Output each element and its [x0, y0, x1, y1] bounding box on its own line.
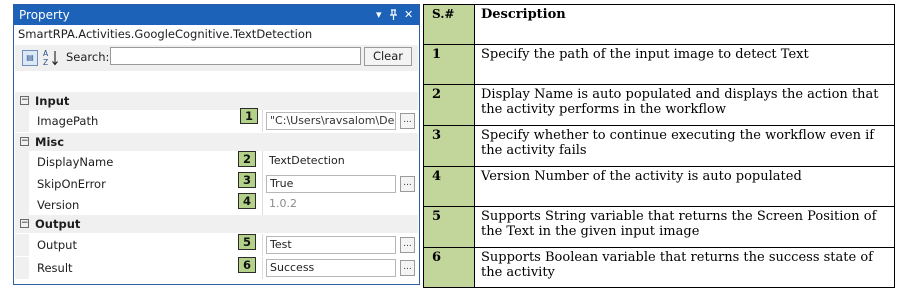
row-description: Display Name is auto populated and displ… [474, 84, 895, 126]
property-toolbar: ▤ A Z Search: Clear [15, 45, 418, 71]
table-header-row: S.# Description [423, 4, 895, 45]
table-row: 2 Display Name is auto populated and dis… [423, 84, 895, 126]
collapse-icon[interactable]: − [20, 96, 29, 105]
close-icon[interactable]: ✕ [404, 5, 413, 25]
table-row: 6 Supports Boolean variable that returns… [423, 247, 895, 288]
row-gutter [15, 234, 29, 256]
alphabetical-sort-icon[interactable]: A Z [43, 49, 59, 69]
category-output[interactable]: − Output [15, 215, 418, 233]
version-value: 1.0.2 [269, 197, 297, 210]
column-divider [262, 234, 263, 256]
output-value-field[interactable]: Test [266, 236, 396, 254]
row-gutter [15, 173, 29, 195]
row-number: 3 [423, 125, 475, 167]
skiponerror-value-field[interactable]: True [266, 175, 396, 193]
property-row-output[interactable]: Output Test ... [15, 234, 418, 256]
displayname-value-field[interactable]: TextDetection [266, 153, 396, 171]
header-number: S.# [423, 4, 475, 45]
table-row: 1 Specify the path of the input image to… [423, 44, 895, 85]
panel-title: Property [19, 8, 70, 22]
column-divider [262, 194, 263, 216]
column-divider [262, 110, 263, 132]
row-number: 4 [423, 166, 475, 207]
column-divider [262, 257, 263, 279]
svg-text:Z: Z [43, 58, 48, 67]
result-browse-button[interactable]: ... [400, 260, 415, 276]
row-number: 1 [423, 44, 475, 85]
property-row-version: Version 1.0.2 [15, 194, 418, 216]
collapse-icon[interactable]: − [20, 137, 29, 146]
callout-badge-3: 3 [238, 172, 256, 188]
property-panel: Property ▾ ✕ SmartRPA.Activities.GoogleC… [13, 4, 420, 285]
clear-button[interactable]: Clear [364, 47, 412, 66]
callout-badge-5: 5 [238, 234, 256, 250]
row-gutter [15, 257, 29, 279]
row-description: Supports String variable that returns th… [474, 206, 895, 248]
column-divider [262, 151, 263, 173]
table-row: 4 Version Number of the activity is auto… [423, 166, 895, 207]
imagepath-browse-button[interactable]: ... [400, 113, 415, 129]
category-label: Input [35, 94, 70, 108]
callout-badge-2: 2 [238, 151, 256, 167]
row-gutter [15, 151, 29, 173]
table-row: 5 Supports String variable that returns … [423, 206, 895, 248]
row-gutter [15, 194, 29, 216]
categorized-sort-icon[interactable]: ▤ [22, 50, 38, 66]
category-label: Misc [35, 135, 65, 149]
category-label: Output [35, 217, 81, 231]
output-browse-button[interactable]: ... [400, 237, 415, 253]
property-row-skiponerror[interactable]: SkipOnError True ... [15, 173, 418, 195]
row-description: Version Number of the activity is auto p… [474, 166, 895, 207]
row-description: Specify the path of the input image to d… [474, 44, 895, 85]
property-name: SkipOnError [37, 177, 106, 191]
imagepath-value-field[interactable]: "C:\Users\ravsalom\Deskt [266, 112, 396, 130]
row-number: 5 [423, 206, 475, 248]
row-number: 6 [423, 247, 475, 288]
pin-icon[interactable] [389, 5, 398, 28]
property-row-displayname[interactable]: DisplayName TextDetection [15, 151, 418, 173]
category-input[interactable]: − Input [15, 92, 418, 110]
property-row-result[interactable]: Result Success ... [15, 257, 418, 279]
property-name: Output [37, 238, 77, 252]
category-misc[interactable]: − Misc [15, 133, 418, 151]
callout-badge-6: 6 [238, 257, 256, 273]
header-description: Description [474, 4, 895, 45]
skiponerror-browse-button[interactable]: ... [400, 176, 415, 192]
collapse-icon[interactable]: − [20, 219, 29, 228]
search-input[interactable] [110, 47, 361, 65]
dropdown-menu-icon[interactable]: ▾ [376, 5, 382, 25]
activity-type-name: SmartRPA.Activities.GoogleCognitive.Text… [18, 27, 313, 41]
property-row-imagepath[interactable]: ImagePath "C:\Users\ravsalom\Deskt ... [15, 110, 418, 132]
property-name: ImagePath [37, 114, 99, 128]
property-name: DisplayName [37, 155, 114, 169]
property-name: Version [37, 198, 80, 212]
search-label: Search: [66, 50, 110, 64]
callout-badge-1: 1 [240, 108, 258, 124]
row-number: 2 [423, 84, 475, 126]
result-value-field[interactable]: Success [266, 259, 396, 277]
row-gutter [15, 110, 29, 132]
table-row: 3 Specify whether to continue executing … [423, 125, 895, 167]
column-divider [262, 173, 263, 195]
property-titlebar: Property ▾ ✕ [14, 5, 419, 25]
row-description: Specify whether to continue executing th… [474, 125, 895, 167]
row-description: Supports Boolean variable that returns t… [474, 247, 895, 288]
svg-text:A: A [43, 49, 49, 58]
property-name: Result [37, 261, 73, 275]
description-table: S.# Description 1 Specify the path of th… [423, 4, 895, 288]
callout-badge-4: 4 [238, 193, 256, 209]
